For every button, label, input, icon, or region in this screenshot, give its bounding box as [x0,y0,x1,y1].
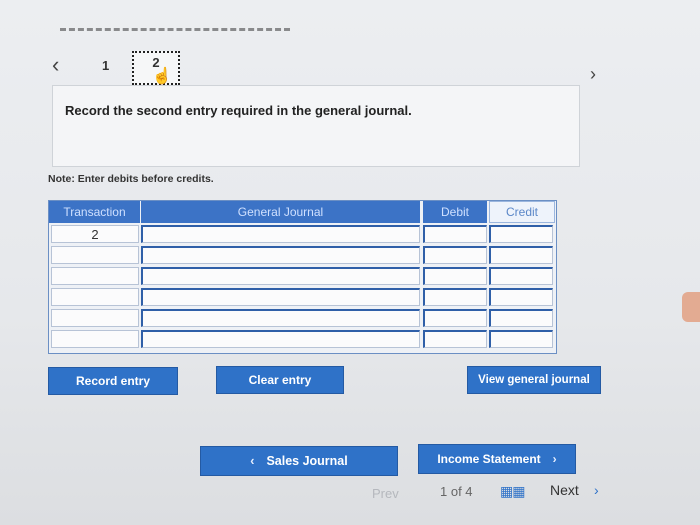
top-border-decoration [60,28,290,35]
table-row [49,267,556,287]
transaction-cell [51,309,139,327]
transaction-cell [51,330,139,348]
view-general-journal-button[interactable]: View general journal [467,366,601,394]
header-debit: Debit [423,201,487,223]
table-row [49,330,556,350]
debit-input[interactable] [423,288,487,306]
page-count: 1 of 4 [440,484,473,499]
grid-icon[interactable]: ▦▦ [500,483,525,500]
sales-journal-label: Sales Journal [266,454,348,468]
next-link[interactable]: Next [550,482,579,498]
transaction-cell [51,246,139,264]
income-statement-button[interactable]: Income Statement › [418,444,576,474]
credit-input[interactable] [489,267,553,285]
debit-input[interactable] [423,225,487,243]
general-journal-table: Transaction General Journal Debit Credit… [48,200,557,354]
chevron-left-icon[interactable]: ‹ [52,52,59,78]
debit-input[interactable] [423,330,487,348]
credit-input[interactable] [489,330,553,348]
clear-entry-button[interactable]: Clear entry [216,366,344,394]
credit-input[interactable] [489,288,553,306]
debit-input[interactable] [423,246,487,264]
table-row [49,309,556,329]
step-navigation: ‹ 1 2 ☝ › [40,48,620,88]
page: ‹ 1 2 ☝ › Record the second entry requir… [0,0,700,525]
credit-input[interactable] [489,309,553,327]
step-1-tab[interactable]: 1 [102,58,109,73]
account-input[interactable] [141,267,420,285]
chevron-right-icon: › [552,452,557,466]
table-row [49,288,556,308]
transaction-cell [51,267,139,285]
debit-input[interactable] [423,309,487,327]
header-credit: Credit [489,201,555,223]
credit-input[interactable] [489,225,553,243]
transaction-number: 2 [91,227,99,242]
transaction-cell [51,288,139,306]
income-statement-label: Income Statement [437,452,541,466]
header-transaction: Transaction [49,201,140,223]
account-input[interactable] [141,309,420,327]
debit-input[interactable] [423,267,487,285]
sales-journal-button[interactable]: ‹ Sales Journal [200,446,398,476]
account-input[interactable] [141,288,420,306]
transaction-cell: 2 [51,225,139,243]
account-input[interactable] [141,225,420,243]
instruction-box: Record the second entry required in the … [52,85,580,167]
edge-decoration [682,292,700,322]
prev-link[interactable]: Prev [372,486,399,501]
table-row [49,246,556,266]
chevron-right-icon[interactable]: › [594,482,599,498]
credit-input[interactable] [489,246,553,264]
account-input[interactable] [141,330,420,348]
note-text: Note: Enter debits before credits. [48,173,214,185]
account-input[interactable] [141,246,420,264]
record-entry-button[interactable]: Record entry [48,367,178,395]
chevron-right-icon[interactable]: › [590,64,596,85]
header-general-journal: General Journal [141,201,420,223]
chevron-left-icon: ‹ [250,454,255,468]
instruction-text: Record the second entry required in the … [65,103,412,118]
hand-cursor-icon: ☝ [152,68,172,85]
table-row: 2 [49,225,556,245]
